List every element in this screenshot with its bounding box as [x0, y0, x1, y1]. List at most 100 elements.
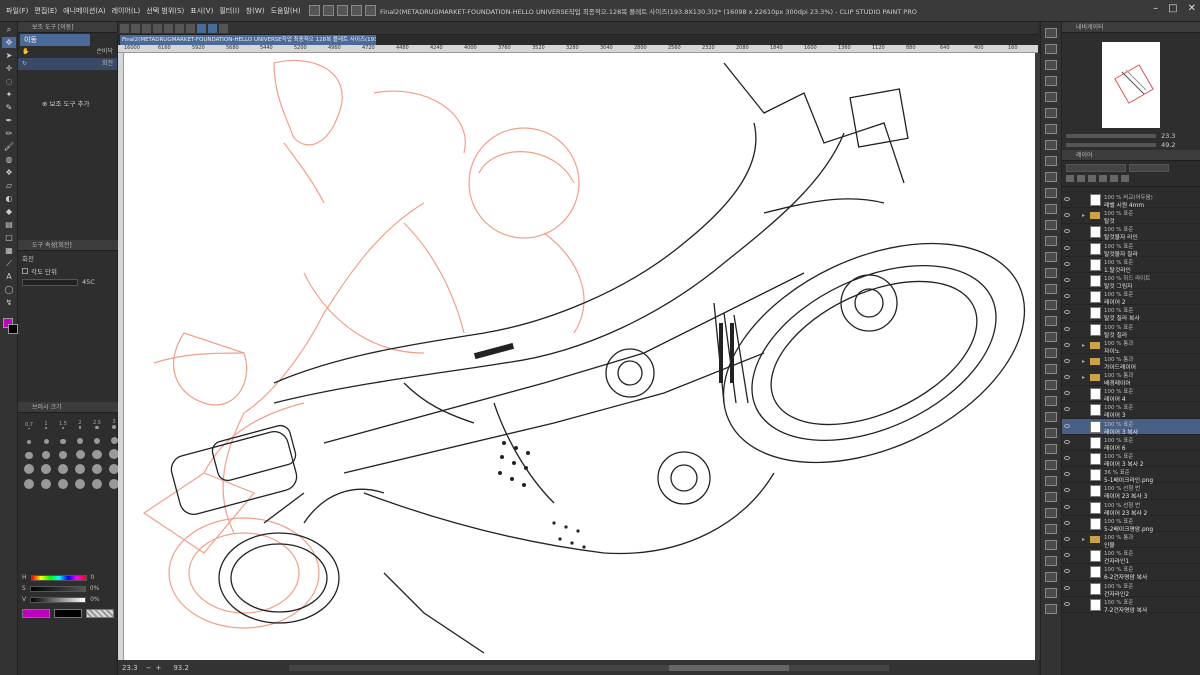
brush-size-preset[interactable] [39, 447, 53, 459]
layer-row[interactable]: 100 % 비교(어두움) 레벨 시원 4mm [1062, 192, 1200, 209]
material-icon[interactable] [1045, 172, 1057, 182]
navigator-rotate-slider[interactable] [1066, 143, 1156, 147]
material-icon[interactable] [1045, 204, 1057, 214]
visibility-eye-icon[interactable] [1064, 472, 1070, 477]
subtool-item-hand[interactable]: ✋ 손바닥 [18, 46, 117, 58]
visibility-eye-icon[interactable] [1064, 213, 1070, 218]
brush-size-preset[interactable] [73, 477, 87, 489]
brush-size-preset[interactable] [90, 432, 104, 444]
brush-size-preset[interactable]: 2 [73, 417, 87, 429]
value-slider[interactable] [30, 596, 87, 603]
zoom-tool-icon[interactable]: ⌕ [2, 24, 16, 35]
navigator-zoom-value[interactable]: 23.3 [1161, 132, 1175, 140]
subtool-tab-move[interactable]: 이동 [20, 33, 90, 46]
main-color-chip[interactable] [22, 609, 50, 618]
menu-item[interactable]: 파일(F) [6, 6, 28, 16]
visibility-eye-icon[interactable] [1064, 277, 1070, 282]
layer-row[interactable]: 100 % 표준 탈것물자 칠라 [1062, 241, 1200, 258]
brush-size-preset[interactable] [39, 477, 53, 489]
material-icon[interactable] [1045, 492, 1057, 502]
material-icon[interactable] [1045, 588, 1057, 598]
material-icon[interactable] [1045, 108, 1057, 118]
move-tool-icon[interactable]: ✥ [2, 37, 16, 48]
layer-row[interactable]: 100 % 표준 레이어 3 복사 [1062, 418, 1200, 436]
menu-item[interactable]: 도움말(H) [271, 6, 301, 16]
new-layer-icon[interactable] [1066, 175, 1074, 182]
mask-icon[interactable] [1110, 175, 1118, 182]
brush-size-preset[interactable] [22, 447, 36, 459]
brush-icon[interactable]: 🖌 [2, 141, 16, 152]
zoom-value[interactable]: 23.3 [122, 664, 138, 672]
material-icon[interactable] [1045, 396, 1057, 406]
angle-slider[interactable] [22, 278, 78, 286]
gradient-icon[interactable]: ▤ [2, 219, 16, 230]
auto-select-icon[interactable]: ✦ [2, 89, 16, 100]
lasso-icon[interactable]: ◌ [2, 76, 16, 87]
figure-icon[interactable]: □ [2, 232, 16, 243]
blend-icon[interactable]: ◐ [2, 193, 16, 204]
layer-row[interactable]: 100 % 표준 7-2건자명암 복사 [1062, 597, 1200, 614]
new-file-icon[interactable] [308, 5, 320, 16]
canvas-horizontal-scrollbar[interactable] [288, 664, 889, 671]
layer-folder[interactable]: ▸ 100 % 통과 배경레이어 [1062, 370, 1200, 387]
material-icon[interactable] [1045, 220, 1057, 230]
sub-color-chip[interactable] [54, 609, 82, 618]
folder-toggle-icon[interactable]: ▸ [1082, 342, 1085, 349]
material-icon[interactable] [1045, 540, 1057, 550]
balloon-icon[interactable]: ◯ [2, 284, 16, 295]
document-tab[interactable]: Final2(METADRUGMARKET-FOUNDATION-HELLO U… [120, 35, 376, 45]
rotation-value[interactable]: 93.2 [173, 664, 189, 672]
material-icon[interactable] [1045, 460, 1057, 470]
material-icon[interactable] [1045, 76, 1057, 86]
delete-layer-icon[interactable] [1121, 175, 1129, 182]
folder-toggle-icon[interactable]: ▸ [1082, 374, 1085, 381]
brush-size-preset[interactable] [90, 447, 104, 459]
layer-folder[interactable]: ▸ 100 % 통과 자이노 [1062, 338, 1200, 355]
operation-tool-icon[interactable]: ➤ [2, 50, 16, 61]
material-icon[interactable] [1045, 412, 1057, 422]
layer-row[interactable]: 100 % 표준 5-2배이크명암.png [1062, 516, 1200, 533]
correct-line-icon[interactable]: ↯ [2, 297, 16, 308]
redo-icon[interactable] [364, 5, 376, 16]
visibility-eye-icon[interactable] [1064, 536, 1070, 541]
visibility-eye-icon[interactable] [1064, 439, 1070, 444]
visibility-eye-icon[interactable] [1064, 326, 1070, 331]
folder-toggle-icon[interactable]: ▸ [1082, 212, 1085, 219]
eyedropper-icon[interactable]: ✎ [2, 102, 16, 113]
visibility-eye-icon[interactable] [1064, 375, 1070, 380]
visibility-eye-icon[interactable] [1064, 520, 1070, 525]
brush-size-preset[interactable] [22, 432, 36, 444]
text-icon[interactable]: A [2, 271, 16, 282]
material-icon[interactable] [1045, 92, 1057, 102]
brush-size-preset[interactable] [90, 477, 104, 489]
brush-size-preset[interactable] [22, 462, 36, 474]
new-folder-icon[interactable] [1088, 175, 1096, 182]
visibility-eye-icon[interactable] [1064, 553, 1070, 558]
material-icon[interactable] [1045, 268, 1057, 278]
layer-row[interactable]: 100 % 표준 건자라인2 [1062, 581, 1200, 598]
layer-row[interactable]: 36 % 표준 5-1배이크라인.png [1062, 467, 1200, 484]
material-icon[interactable] [1045, 380, 1057, 390]
layer-row[interactable]: 100 % 표준 레이어 3 [1062, 402, 1200, 419]
material-icon[interactable] [1045, 476, 1057, 486]
brush-size-preset[interactable] [56, 432, 70, 444]
close-button[interactable]: ✕ [1188, 3, 1196, 14]
navigator-rotate-value[interactable]: 49.2 [1161, 141, 1175, 149]
brush-size-preset[interactable] [22, 477, 36, 489]
material-icon[interactable] [1045, 428, 1057, 438]
sub-color-swatch[interactable] [8, 324, 18, 334]
layer-row[interactable]: 100 % 표준 6-2건자명암 복사 [1062, 564, 1200, 581]
layer-folder[interactable]: ▸ 100 % 통과 인물 [1062, 532, 1200, 549]
brush-size-preset[interactable] [90, 462, 104, 474]
opacity-slider[interactable] [1129, 164, 1169, 172]
visibility-eye-icon[interactable] [1064, 229, 1070, 234]
zoom-out-icon[interactable]: − [146, 664, 152, 672]
snap-to-special-ruler-icon[interactable] [208, 23, 217, 33]
blend-mode-select[interactable] [1066, 164, 1126, 172]
save-icon[interactable] [336, 5, 348, 16]
visibility-eye-icon[interactable] [1064, 358, 1070, 363]
layer-row[interactable]: 100 % 표준 건자라인1 [1062, 548, 1200, 565]
visibility-eye-icon[interactable] [1064, 294, 1070, 299]
brush-size-preset[interactable] [73, 447, 87, 459]
brush-size-preset[interactable] [56, 447, 70, 459]
